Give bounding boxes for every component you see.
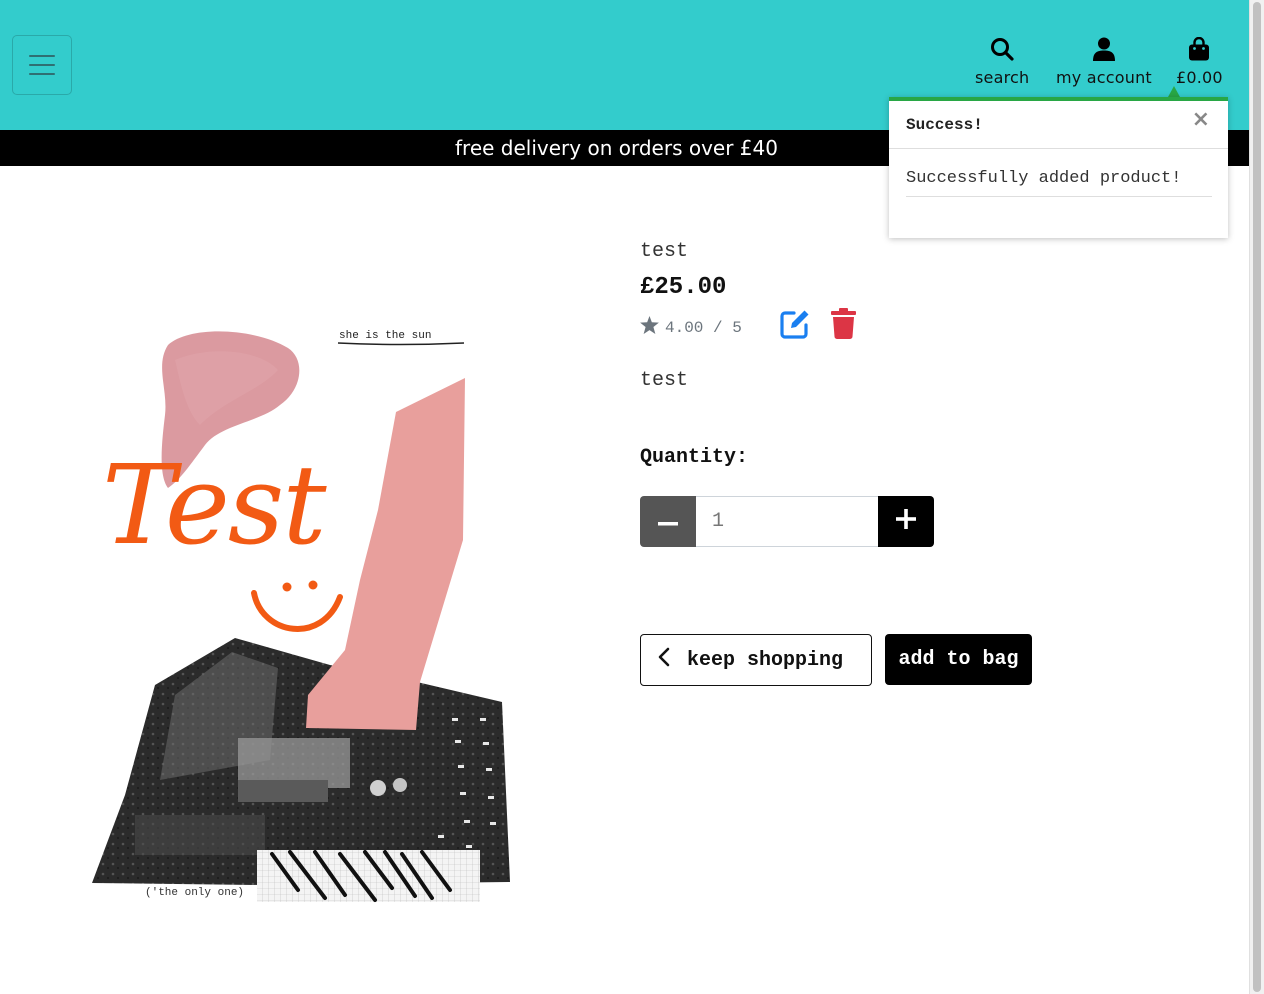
product-price: £25.00 xyxy=(640,274,727,301)
image-handwriting: Test xyxy=(102,441,327,569)
star-icon xyxy=(640,316,659,339)
add-to-bag-button[interactable]: add to bag xyxy=(885,634,1032,685)
quantity-label: Quantity: xyxy=(640,446,749,469)
shopping-bag-nav-link[interactable]: £0.00 xyxy=(1176,36,1223,87)
toast-body: Successfully added product! xyxy=(889,149,1228,197)
add-to-bag-label: add to bag xyxy=(898,648,1019,671)
toast-arrow xyxy=(1168,86,1180,97)
bag-total: £0.00 xyxy=(1176,68,1223,87)
hamburger-icon xyxy=(29,55,55,57)
menu-toggle-button[interactable] xyxy=(12,35,72,95)
quantity-stepper xyxy=(640,496,934,547)
keep-shopping-button[interactable]: keep shopping xyxy=(640,634,872,686)
success-toast: Success! × Successfully added product! xyxy=(889,97,1228,238)
search-nav-link[interactable]: search xyxy=(975,36,1029,87)
product-description: test xyxy=(640,369,689,392)
product-image: she is the sun Test ('the only one) xyxy=(40,240,600,968)
delete-product-button[interactable] xyxy=(831,308,856,344)
image-caption-top: she is the sun xyxy=(339,330,431,342)
toast-message: Successfully added product! xyxy=(906,169,1212,197)
close-icon[interactable]: × xyxy=(1192,107,1210,132)
image-caption-bottom: ('the only one) xyxy=(145,887,244,899)
chevron-left-icon xyxy=(657,647,671,674)
hamburger-icon xyxy=(29,64,55,66)
product-rating: 4.00 / 5 xyxy=(640,316,742,339)
edit-product-button[interactable] xyxy=(780,308,811,344)
decrement-quantity-button[interactable] xyxy=(640,496,696,547)
plus-icon xyxy=(896,509,916,534)
minus-icon xyxy=(658,513,678,531)
increment-quantity-button[interactable] xyxy=(878,496,934,547)
search-nav-label: search xyxy=(975,68,1030,87)
trash-icon xyxy=(831,308,856,344)
rating-value: 4.00 / 5 xyxy=(665,318,742,337)
search-icon xyxy=(990,36,1014,62)
delivery-banner-text: free delivery on orders over £40 xyxy=(455,136,778,160)
my-account-nav-link[interactable]: my account xyxy=(1056,36,1152,87)
toast-header: Success! × xyxy=(889,101,1228,149)
keep-shopping-label: keep shopping xyxy=(687,648,844,672)
scrollbar-thumb[interactable] xyxy=(1253,2,1261,992)
edit-icon xyxy=(780,310,811,344)
my-account-nav-label: my account xyxy=(1056,68,1152,87)
product-name: test xyxy=(640,240,689,263)
hamburger-icon xyxy=(29,73,55,75)
user-icon xyxy=(1092,36,1115,62)
quantity-input[interactable] xyxy=(696,496,878,547)
toast-title: Success! xyxy=(906,115,983,134)
shopping-bag-icon xyxy=(1188,36,1210,62)
page-scrollbar[interactable] xyxy=(1249,0,1264,994)
